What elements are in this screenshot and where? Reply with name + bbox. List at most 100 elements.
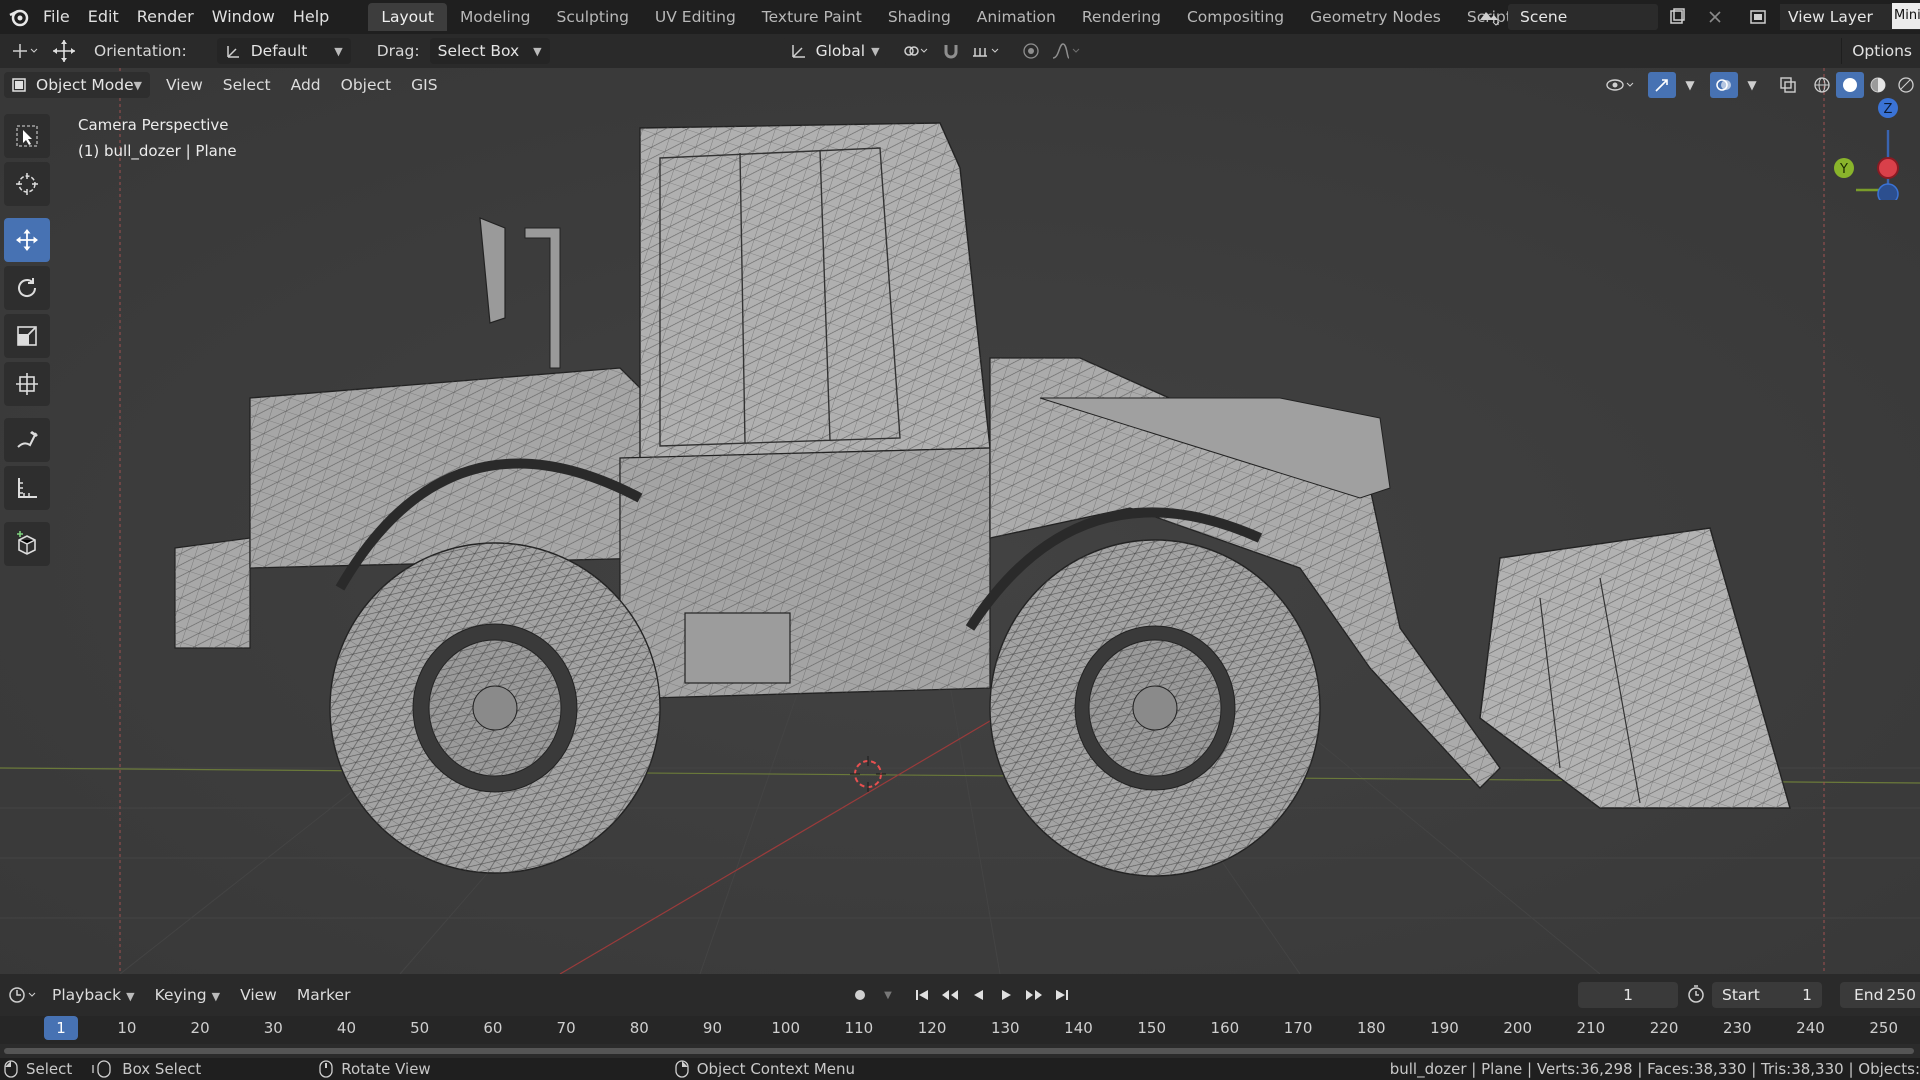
add-cube-tool-icon[interactable] [4,522,50,566]
editor-type-icon[interactable] [4,38,44,64]
annotate-tool-icon[interactable] [4,418,50,462]
transform-tool-icon[interactable] [4,362,50,406]
timeline-scroll-thumb[interactable] [4,1048,1914,1054]
timeline-editor-icon[interactable] [2,982,42,1008]
transform-orientation-dropdown[interactable]: Global ▼ [781,38,888,64]
cursor-tool-icon[interactable] [4,162,50,206]
ruler-label: 240 [1796,1019,1825,1037]
prev-keyframe-icon[interactable] [936,982,964,1008]
current-frame-indicator[interactable]: 1 [44,1016,78,1040]
x-axis-icon[interactable] [1877,157,1899,179]
ruler-label: 110 [844,1019,874,1037]
options-button[interactable]: Options [1841,38,1920,64]
stopwatch-icon[interactable] [1686,984,1706,1008]
chevron-down-icon[interactable]: ▼ [1676,72,1704,98]
orientation-dropdown[interactable]: Default ▼ [216,38,351,64]
ruler-label: 120 [917,1019,947,1037]
marker-menu[interactable]: Marker [287,986,361,1004]
menu-edit[interactable]: Edit [79,0,128,34]
view-layer-icon[interactable] [1742,3,1780,31]
menu-render[interactable]: Render [128,0,203,34]
chevron-down-icon[interactable]: ▼ [874,982,902,1008]
drag-dropdown[interactable]: Select Box ▼ [429,38,550,64]
pivot-point-icon[interactable] [896,38,936,64]
menu-window[interactable]: Window [203,0,284,34]
chevron-down-icon[interactable]: ▼ [1738,72,1766,98]
frame-ruler[interactable]: 1 10 20 30 40 50 60 70 80 90 100 110 120 130 140 150 16… [0,1016,1920,1044]
start-value: 1 [1802,986,1812,1004]
tab-animation[interactable]: Animation [964,3,1069,31]
viewport-menu-object[interactable]: Object [331,76,401,94]
current-frame-field[interactable]: 1 [1578,982,1678,1008]
ruler-label: 140 [1064,1019,1093,1037]
tab-sculpting[interactable]: Sculpting [544,3,642,31]
rotate-tool-icon[interactable] [4,266,50,310]
ruler-label: 50 [410,1019,430,1037]
visibility-icon[interactable] [1600,72,1640,98]
active-object-label: (1) bull_dozer | Plane [78,142,237,160]
tab-rendering[interactable]: Rendering [1069,3,1174,31]
scene-name-field[interactable]: Scene [1508,4,1658,30]
proportional-editing-icon[interactable] [1016,38,1046,64]
neg-z-axis-icon[interactable] [1877,183,1899,200]
start-frame-field[interactable]: Start 1 [1712,982,1822,1008]
timeline-header: Playback ▼ Keying ▼ View Marker ▼ 1 Star… [0,974,1920,1016]
snap-magnet-icon[interactable] [936,38,966,64]
end-value: 250 [1886,986,1916,1004]
playback-menu[interactable]: Playback ▼ [42,986,145,1004]
menu-help[interactable]: Help [284,0,338,34]
status-bar: Select Box Select Rotate View Object Con… [0,1058,1920,1080]
play-reverse-icon[interactable] [964,982,992,1008]
status-rotate-view: Rotate View [319,1060,431,1078]
delete-scene-icon[interactable] [1696,3,1734,31]
viewport-menu-select[interactable]: Select [213,76,281,94]
camera-perspective-label: Camera Perspective [78,116,229,134]
tab-compositing[interactable]: Compositing [1174,3,1297,31]
object-mode-dropdown[interactable]: Object Mode ▼ [4,72,150,98]
viewport-menu-view[interactable]: View [156,76,213,94]
overlays-toggle-icon[interactable] [1710,72,1738,98]
record-icon[interactable] [846,982,874,1008]
viewport-menu-add[interactable]: Add [281,76,331,94]
falloff-curve-icon[interactable] [1046,38,1086,64]
new-scene-icon[interactable] [1658,3,1696,31]
keying-menu[interactable]: Keying ▼ [145,986,230,1004]
3d-viewport[interactable]: Object Mode ▼ View Select Add Object GIS… [0,68,1920,974]
jump-start-icon[interactable] [908,982,936,1008]
move-tool-icon[interactable] [44,38,84,64]
status-rotate-view-label: Rotate View [341,1060,431,1078]
menu-file[interactable]: File [34,0,79,34]
tab-modeling[interactable]: Modeling [447,3,544,31]
blender-logo-icon[interactable] [4,2,34,32]
ruler-label: 150 [1137,1019,1166,1037]
viewport-menu-gis[interactable]: GIS [401,76,447,94]
gizmo-toggle-icon[interactable] [1648,72,1676,98]
chevron-down-icon: ▼ [334,44,343,58]
snap-target-icon[interactable] [966,38,1006,64]
select-box-tool-icon[interactable] [4,114,50,158]
jump-end-icon[interactable] [1048,982,1076,1008]
end-frame-field[interactable]: End 250 [1840,982,1920,1008]
mouse-left-icon [4,1060,18,1078]
move-tool-icon[interactable] [4,218,50,262]
scene-icon[interactable] [1470,3,1508,31]
transform-orientation-value: Global [815,42,866,60]
timeline-scrollbar[interactable] [0,1044,1920,1058]
navigation-gizmo[interactable]: Z Y [1830,90,1920,200]
chevron-down-icon: ▼ [871,44,880,58]
left-toolbar [4,114,52,570]
tab-uv-editing[interactable]: UV Editing [642,3,749,31]
tab-texture-paint[interactable]: Texture Paint [749,3,875,31]
playback-controls: ▼ [846,982,1076,1008]
tab-shading[interactable]: Shading [875,3,964,31]
play-icon[interactable] [992,982,1020,1008]
xray-toggle-icon[interactable] [1774,72,1802,98]
timeline-view-menu[interactable]: View [230,986,287,1004]
tab-geometry-nodes[interactable]: Geometry Nodes [1297,3,1454,31]
scale-tool-icon[interactable] [4,314,50,358]
next-keyframe-icon[interactable] [1020,982,1048,1008]
orientation-label: Orientation: [94,42,187,60]
status-select-label: Select [26,1060,73,1078]
measure-tool-icon[interactable] [4,466,50,510]
tab-layout[interactable]: Layout [368,3,448,31]
